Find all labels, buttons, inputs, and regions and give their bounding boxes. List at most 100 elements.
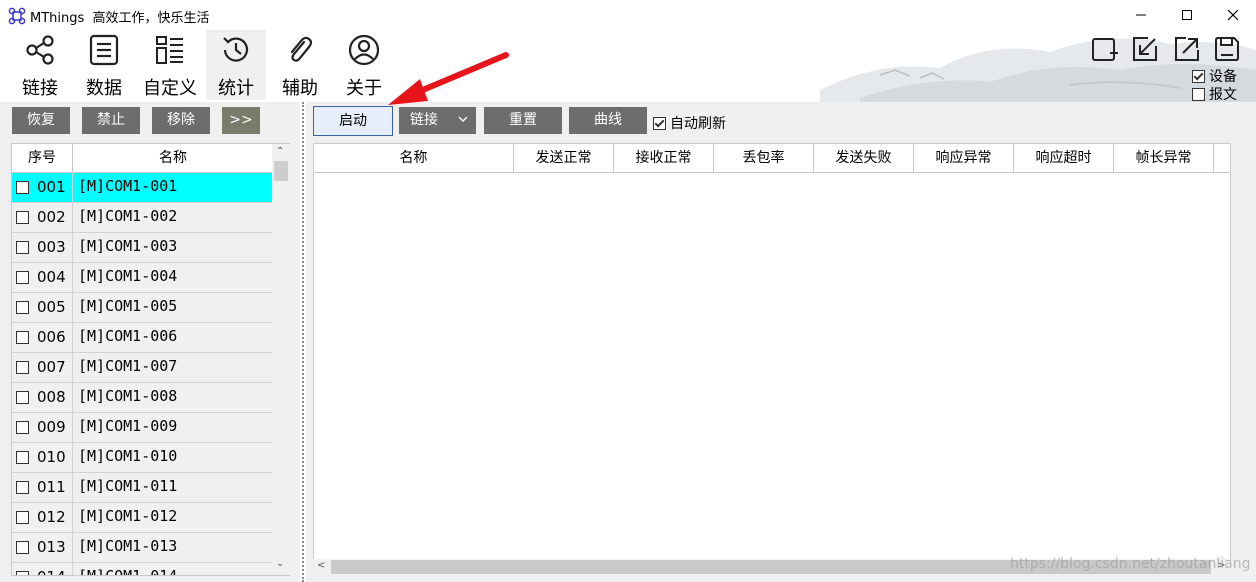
column-header-send-ok[interactable]: 发送正常 <box>514 144 614 172</box>
row-index-cell: 014 <box>12 563 73 575</box>
row-checkbox[interactable] <box>16 271 29 284</box>
row-index-cell: 001 <box>12 173 73 202</box>
minimize-button[interactable] <box>1118 0 1164 30</box>
table-row[interactable]: 008 [M]COM1-008 <box>12 383 273 413</box>
row-checkbox[interactable] <box>16 541 29 554</box>
collapse-icon[interactable] <box>1130 34 1160 64</box>
table-row[interactable]: 003 [M]COM1-003 <box>12 233 273 263</box>
row-index: 010 <box>37 448 66 466</box>
row-checkbox[interactable] <box>16 301 29 314</box>
scroll-up-icon[interactable]: ⌃ <box>276 146 284 157</box>
column-header-frame-length-error[interactable]: 帧长异常 <box>1114 144 1214 172</box>
row-device-name: [M]COM1-011 <box>78 477 178 495</box>
scroll-left-icon[interactable]: < <box>317 560 325 571</box>
expand-icon[interactable] <box>1172 34 1202 64</box>
column-header-receive-ok[interactable]: 接收正常 <box>614 144 714 172</box>
row-checkbox[interactable] <box>16 481 29 494</box>
column-header-name[interactable]: 名称 <box>73 144 273 172</box>
table-row[interactable]: 005 [M]COM1-005 <box>12 293 273 323</box>
table-row[interactable]: 010 [M]COM1-010 <box>12 443 273 473</box>
scroll-down-icon[interactable]: ⌄ <box>276 558 284 569</box>
row-index-cell: 009 <box>12 413 73 442</box>
table-row[interactable]: 002 [M]COM1-002 <box>12 203 273 233</box>
table-row[interactable]: 011 [M]COM1-011 <box>12 473 273 503</box>
report-checkbox-box[interactable] <box>1192 87 1205 101</box>
row-index: 004 <box>37 268 66 286</box>
restore-button[interactable]: 恢复 <box>12 107 70 134</box>
remove-button[interactable]: 移除 <box>152 107 210 134</box>
row-checkbox[interactable] <box>16 361 29 374</box>
toolbar-link-button[interactable]: 链接 <box>10 30 70 100</box>
row-checkbox[interactable] <box>16 331 29 344</box>
row-checkbox[interactable] <box>16 451 29 464</box>
more-button[interactable]: >> <box>222 107 260 134</box>
table-row[interactable]: 001 [M]COM1-001 <box>12 173 273 203</box>
maximize-button[interactable] <box>1164 0 1210 30</box>
device-list-table: 序号 名称 001 [M]COM1-001 002 [M]COM1-002 003 [M]… <box>11 143 274 576</box>
save-icon[interactable] <box>1212 34 1242 64</box>
column-header-loss-rate[interactable]: 丢包率 <box>714 144 814 172</box>
device-checkbox-label: 设备 <box>1209 69 1237 85</box>
table-row[interactable]: 004 [M]COM1-004 <box>12 263 273 293</box>
report-checkbox-label: 报文 <box>1209 87 1237 103</box>
table-row[interactable]: 012 [M]COM1-012 <box>12 503 273 533</box>
row-device-name: [M]COM1-012 <box>78 507 178 525</box>
title-bar: MThings 高效工作，快乐生活 <box>0 0 1256 30</box>
row-index: 012 <box>37 508 66 526</box>
row-index: 006 <box>37 328 66 346</box>
report-checkbox[interactable]: 报文 <box>1192 84 1237 104</box>
history-clock-icon <box>223 37 249 62</box>
column-header-index[interactable]: 序号 <box>12 144 73 172</box>
row-index-cell: 002 <box>12 203 73 232</box>
column-header-response-error[interactable]: 响应异常 <box>914 144 1014 172</box>
paperclip-icon <box>290 36 313 62</box>
device-list-scrollbar[interactable]: ⌃ ⌄ <box>272 143 290 576</box>
row-device-name: [M]COM1-013 <box>78 537 178 555</box>
row-device-name: [M]COM1-014 <box>78 567 178 576</box>
row-index: 003 <box>37 238 66 256</box>
toolbar-stats-button[interactable]: 统计 <box>206 30 266 100</box>
auto-refresh-checkbox-box[interactable] <box>653 116 666 130</box>
device-checkbox[interactable]: 设备 <box>1192 66 1237 86</box>
window-title: MThings 高效工作，快乐生活 <box>30 7 210 26</box>
row-index: 001 <box>37 178 66 196</box>
statistics-table: 名称 发送正常 接收正常 丢包率 发送失败 响应异常 响应超时 帧长异常 <box>313 143 1231 561</box>
row-checkbox[interactable] <box>16 391 29 404</box>
table-row[interactable]: 007 [M]COM1-007 <box>12 353 273 383</box>
add-window-icon[interactable] <box>1090 34 1120 64</box>
column-header-name[interactable]: 名称 <box>314 144 514 172</box>
row-device-name: [M]COM1-010 <box>78 447 178 465</box>
scrollbar-thumb[interactable] <box>274 161 288 181</box>
column-header-response-timeout[interactable]: 响应超时 <box>1014 144 1114 172</box>
row-device-name: [M]COM1-008 <box>78 387 178 405</box>
row-checkbox[interactable] <box>16 241 29 254</box>
table-row[interactable]: 014 [M]COM1-014 <box>12 563 273 576</box>
row-checkbox[interactable] <box>16 181 29 194</box>
row-index-cell: 003 <box>12 233 73 262</box>
toolbar-data-label: 数据 <box>86 78 122 99</box>
watermark-text: https://blog.csdn.net/zhoutanliang <box>1010 556 1251 572</box>
table-row[interactable]: 006 [M]COM1-006 <box>12 323 273 353</box>
table-row[interactable]: 013 [M]COM1-013 <box>12 533 273 563</box>
row-index: 002 <box>37 208 66 226</box>
row-checkbox[interactable] <box>16 511 29 524</box>
toolbar-custom-button[interactable]: 自定义 <box>138 30 202 100</box>
curve-button[interactable]: 曲线 <box>569 107 647 134</box>
auto-refresh-checkbox[interactable]: 自动刷新 <box>653 113 726 133</box>
toolbar-help-button[interactable]: 辅助 <box>270 30 330 100</box>
app-slogan: 高效工作，快乐生活 <box>92 11 210 26</box>
row-index-cell: 005 <box>12 293 73 322</box>
layout-icon <box>156 36 183 64</box>
row-checkbox[interactable] <box>16 421 29 434</box>
disable-button[interactable]: 禁止 <box>82 107 140 134</box>
row-checkbox[interactable] <box>16 571 29 575</box>
close-button[interactable] <box>1210 0 1256 30</box>
toolbar-data-button[interactable]: 数据 <box>74 30 134 100</box>
table-row[interactable]: 009 [M]COM1-009 <box>12 413 273 443</box>
row-checkbox[interactable] <box>16 211 29 224</box>
row-index: 009 <box>37 418 66 436</box>
row-device-name: [M]COM1-002 <box>78 207 178 225</box>
device-checkbox-box[interactable] <box>1192 69 1205 83</box>
column-header-send-fail[interactable]: 发送失败 <box>814 144 914 172</box>
row-device-name: [M]COM1-003 <box>78 237 178 255</box>
